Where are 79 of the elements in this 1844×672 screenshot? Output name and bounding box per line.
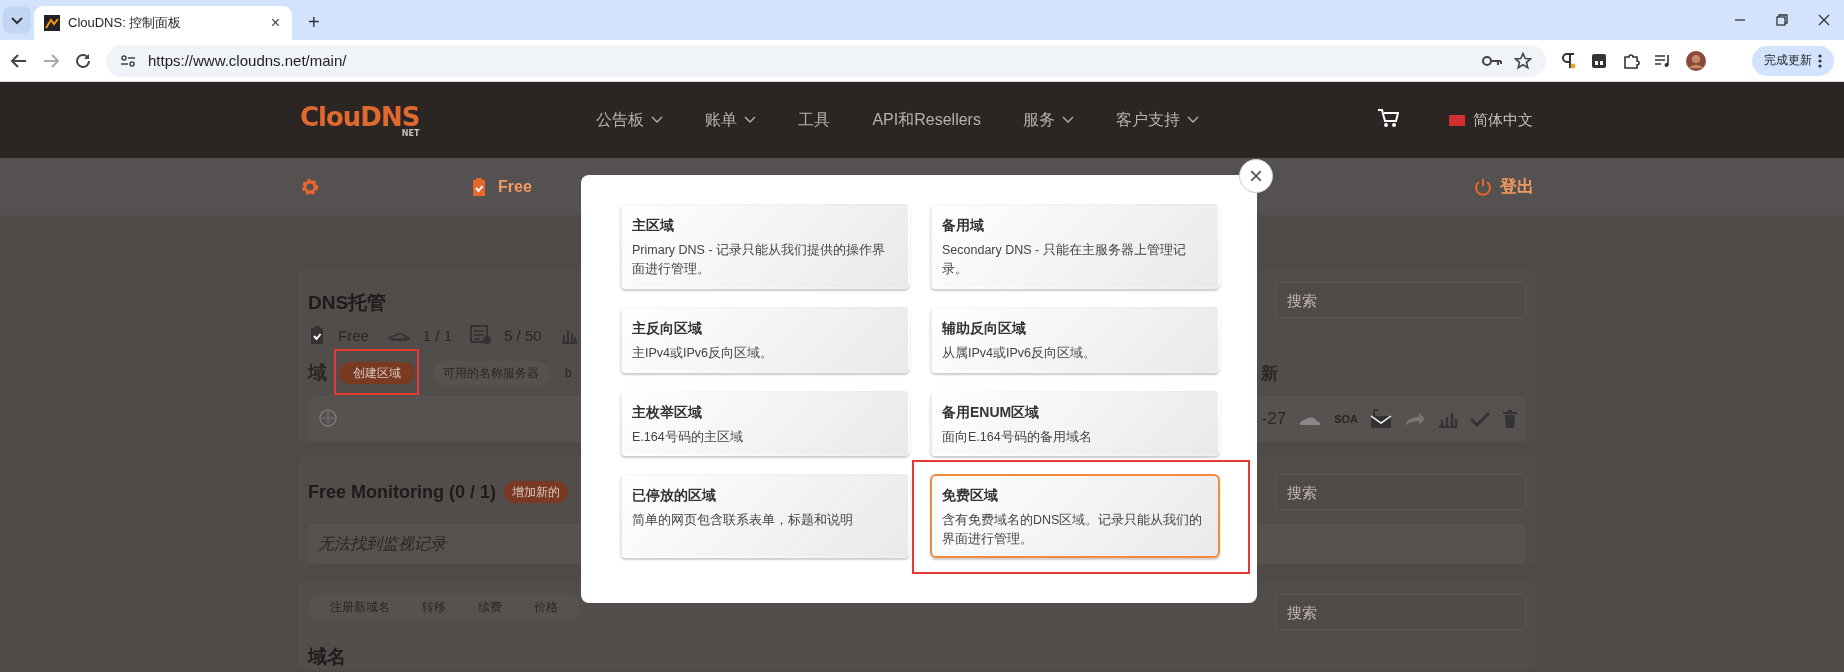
logout-link[interactable]: 登出 [1474,175,1534,198]
create-zone-button[interactable]: 创建区域 [339,362,415,384]
extension-icon [1590,51,1608,70]
flag-icon [1448,114,1465,126]
nav-link[interactable]: 客户支持 [1115,109,1199,131]
puzzle-icon [1622,51,1640,70]
language-label: 简体中文 [1472,110,1533,130]
option-title: 主区域 [632,217,675,235]
cart-icon [1376,108,1399,128]
zone-type-option[interactable]: 备用ENUM区域 面向E.164号码的备用域名 [930,391,1220,456]
nav-link[interactable]: 服务 [1022,109,1074,131]
new-tab-button[interactable]: + [304,11,324,34]
nav-link[interactable]: 工具 [798,109,831,131]
logo-icon [44,15,60,31]
update-button[interactable]: 完成更新 [1752,45,1834,76]
plan-label: Free [498,177,532,196]
zone-type-option[interactable]: 辅助反向区域 从属IPv4或IPv6反向区域。 [930,307,1220,373]
share-arrow-icon [1404,411,1426,427]
restore-icon [1776,14,1788,26]
search-field[interactable]: 搜索 [1276,282,1526,318]
gear-icon [300,176,320,197]
avatar-icon [1686,50,1706,71]
reload-icon [74,51,92,70]
option-description: Secondary DNS - 只能在主服务器上管理记录。 [942,242,1187,278]
option-description: 从属IPv4或IPv6反向区域。 [942,345,1098,362]
option-description: 面向E.164号码的备用域名 [942,429,1093,446]
option-title: 免费区域 [942,487,999,505]
server-list-icon [470,325,493,345]
option-title: 主枚举区域 [632,404,703,422]
zone-type-option[interactable]: 主枚举区域 E.164号码的主区域 [620,391,910,456]
star-icon [1514,51,1532,70]
tab-title: ClouDNS: 控制面板 [68,14,183,32]
logo[interactable]: ClouDNS NET [300,102,420,138]
chevron-down-icon [744,116,757,124]
close-tab-button[interactable]: × [268,14,282,32]
browser-tab[interactable]: ClouDNS: 控制面板 × [34,6,292,40]
language-link[interactable]: 简体中文 [1448,110,1533,130]
paragraph-icon [1560,51,1576,70]
logout-label: 登出 [1500,176,1534,198]
nav-link[interactable]: API和Resellers [872,109,981,131]
search-field[interactable]: 搜索 [1276,594,1526,630]
envelope-icon [1370,409,1392,429]
option-description: E.164号码的主区域 [632,429,744,446]
dropdown-icon [3,6,31,34]
back-icon [10,51,28,70]
zone-type-option[interactable]: 已停放的区域 简单的网页包含联系表单，标题和说明 [620,474,910,558]
bar-chart-icon [1438,410,1458,428]
nav-link[interactable]: 账单 [705,109,757,131]
tag-check-icon [308,324,326,346]
zone-type-option[interactable]: 主反向区域 主IPv4或IPv6反向区域。 [620,307,910,373]
url-text: https://www.cloudns.net/main/ [148,52,348,69]
nav-link[interactable]: 公告板 [596,109,664,131]
option-title: 备用域 [942,217,985,235]
tag-check-icon [470,175,488,198]
option-title: 备用ENUM区域 [942,404,1041,422]
close-icon [1818,14,1830,26]
option-title: 辅助反向区域 [942,320,1027,338]
more-icon [1818,53,1822,68]
site-info-icon [120,52,136,69]
search-field[interactable]: 搜索 [1276,474,1526,510]
chevron-down-icon [1061,116,1074,124]
option-description: 主IPv4或IPv6反向区域。 [632,345,775,362]
option-title: 主反向区域 [632,320,703,338]
add-button[interactable]: 增加新的 [504,481,568,503]
key-icon [1482,54,1502,67]
option-title: 已停放的区域 [632,487,717,505]
chevron-down-icon [1186,116,1199,124]
address-bar[interactable]: https://www.cloudns.net/main/ [106,44,1546,77]
zone-type-option[interactable]: 备用域 Secondary DNS - 只能在主服务器上管理记录。 [930,204,1220,289]
option-description: Primary DNS - 记录只能从我们提供的操作界面进行管理。 [632,242,887,278]
globe-icon [318,409,338,429]
check-icon [1470,411,1490,427]
chevron-down-icon [651,116,664,124]
plan-link[interactable]: Free [470,175,532,198]
zone-type-option[interactable]: 免费区域 含有免费域名的DNS区域。记录只能从我们的界面进行管理。 [930,474,1220,558]
trash-icon [1502,410,1518,428]
forward-icon [42,51,60,70]
zone-type-option[interactable]: 主区域 Primary DNS - 记录只能从我们提供的操作界面进行管理。 [620,204,910,289]
power-icon [1474,177,1492,196]
